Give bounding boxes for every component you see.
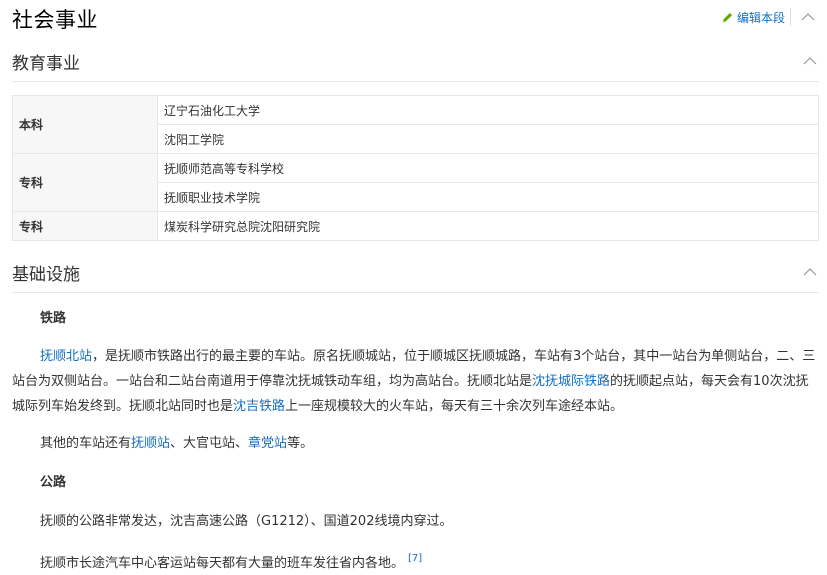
railway-paragraph-1: 抚顺北站，是抚顺市铁路出行的最主要的车站。原名抚顺城站，位于顺城区抚顺城路，车站… xyxy=(12,344,819,419)
edit-section-button[interactable]: 编辑本段 xyxy=(721,9,785,26)
link-shenfu-intercity-railway[interactable]: 沈抚城际铁路 xyxy=(532,374,610,389)
education-divider xyxy=(12,81,819,82)
paragraph-text: 抚顺市长途汽车中心客运站每天都有大量的班车发往省内各地。 xyxy=(40,556,405,571)
table-value-cell: 抚顺师范高等专科学校 xyxy=(157,153,819,183)
table-value-cell: 抚顺职业技术学院 xyxy=(157,182,819,212)
collapse-education-icon[interactable] xyxy=(803,56,817,66)
collapse-infrastructure-icon[interactable] xyxy=(803,267,817,277)
table-key-cell: 专科 xyxy=(12,153,158,212)
table-row: 专科 煤炭科学研究总院沈阳研究院 xyxy=(12,211,819,241)
paragraph-text: 上一座规模较大的火车站，每天有三十余次列车途经本站。 xyxy=(285,399,624,414)
link-fushun-station[interactable]: 抚顺站 xyxy=(131,436,170,451)
education-heading: 教育事业 xyxy=(12,54,80,74)
reference-link[interactable]: [7] xyxy=(408,553,422,564)
paragraph-text: 其他的车站还有 xyxy=(40,436,132,451)
table-row: 本科 辽宁石油化工大学 xyxy=(12,95,819,154)
table-key-cell: 本科 xyxy=(12,95,158,154)
section-title: 社会事业 xyxy=(12,8,98,32)
road-heading: 公路 xyxy=(40,475,67,490)
link-zhangdang-station[interactable]: 章党站 xyxy=(248,436,287,451)
infrastructure-heading: 基础设施 xyxy=(12,265,80,285)
road-paragraph-2: 抚顺市长途汽车中心客运站每天都有大量的班车发往省内各地。 [7] xyxy=(40,546,820,575)
toolbar-divider xyxy=(790,8,791,26)
paragraph-text: 等。 xyxy=(287,436,314,451)
railway-paragraph-2: 其他的车站还有抚顺站、大官屯站、章党站等。 xyxy=(12,431,819,456)
collapse-section-icon[interactable] xyxy=(801,12,815,22)
table-value-cell: 辽宁石油化工大学 xyxy=(157,95,819,125)
link-shenji-railway[interactable]: 沈吉铁路 xyxy=(233,399,285,414)
paragraph-text: 、大官屯站、 xyxy=(170,436,249,451)
edit-section-label: 编辑本段 xyxy=(737,11,786,25)
table-row: 专科 抚顺师范高等专科学校 xyxy=(12,153,819,212)
table-key-cell: 专科 xyxy=(12,211,158,241)
road-paragraph-1: 抚顺的公路非常发达，沈吉高速公路（G1212）、国道202线境内穿过。 xyxy=(40,514,453,529)
infrastructure-divider xyxy=(12,292,819,293)
table-value-cell: 沈阳工学院 xyxy=(157,124,819,154)
link-fushun-north-station[interactable]: 抚顺北站 xyxy=(40,349,92,364)
table-value-cell: 煤炭科学研究总院沈阳研究院 xyxy=(157,211,819,241)
railway-heading: 铁路 xyxy=(40,311,67,326)
pencil-icon xyxy=(722,13,732,23)
education-table: 本科 辽宁石油化工大学 沈阳工学院 专科 抚顺师范高等专科学校 抚顺职业技术学院… xyxy=(12,95,819,241)
